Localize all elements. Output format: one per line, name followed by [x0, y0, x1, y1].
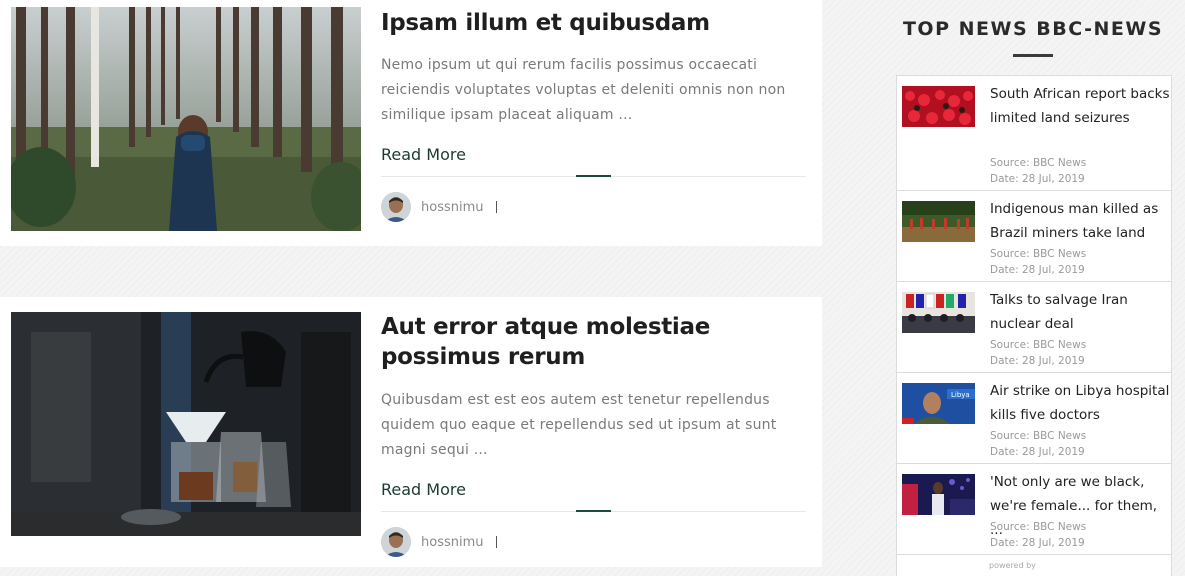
- sidebar-title: TOP NEWS BBC-NEWS: [902, 18, 1164, 40]
- news-thumbnail[interactable]: Libya: [902, 383, 975, 424]
- news-item[interactable]: Talks to salvage Iran nuclear deal Sourc…: [897, 282, 1171, 373]
- svg-text:Libya: Libya: [951, 391, 970, 399]
- news-headline[interactable]: Talks to salvage Iran nuclear deal: [990, 288, 1172, 336]
- author-avatar[interactable]: [381, 527, 411, 557]
- divider-accent: [576, 175, 611, 177]
- post-meta: hossnimu: [381, 192, 497, 222]
- meta-separator: [495, 201, 497, 213]
- post-meta: hossnimu: [381, 527, 497, 557]
- read-more-link[interactable]: Read More: [381, 145, 466, 164]
- news-thumbnail[interactable]: [902, 201, 975, 242]
- news-date: Date: 28 Jul, 2019: [990, 446, 1085, 458]
- powered-by-text: powered by: [989, 561, 1036, 570]
- news-source: Source: BBC News: [990, 339, 1087, 351]
- divider-accent: [576, 510, 611, 512]
- post-title[interactable]: Ipsam illum et quibusdam: [381, 8, 801, 38]
- news-thumbnail[interactable]: [902, 292, 975, 333]
- author-name[interactable]: hossnimu: [421, 200, 484, 215]
- news-headline[interactable]: Indigenous man killed as Brazil miners t…: [990, 197, 1172, 245]
- news-headline[interactable]: South African report backs limited land …: [990, 82, 1172, 130]
- news-item[interactable]: Libya Air strike on Libya hospital kills…: [897, 373, 1171, 464]
- blog-post-card: Ipsam illum et quibusdam Nemo ipsum ut q…: [0, 0, 822, 246]
- news-thumbnail[interactable]: [902, 86, 975, 127]
- news-item[interactable]: South African report backs limited land …: [897, 76, 1171, 191]
- news-thumbnail[interactable]: [902, 474, 975, 515]
- blog-post-card: Aut error atque molestiae possimus rerum…: [0, 297, 822, 567]
- post-excerpt: Nemo ipsum ut qui rerum facilis possimus…: [381, 57, 786, 123]
- post-title[interactable]: Aut error atque molestiae possimus rerum: [381, 312, 801, 372]
- sidebar-title-underline: [1013, 54, 1053, 57]
- news-date: Date: 28 Jul, 2019: [990, 264, 1085, 276]
- news-item[interactable]: 'Not only are we black, we're female... …: [897, 464, 1171, 555]
- read-more-link[interactable]: Read More: [381, 480, 466, 499]
- news-date: Date: 28 Jul, 2019: [990, 173, 1085, 185]
- news-item[interactable]: Indigenous man killed as Brazil miners t…: [897, 191, 1171, 282]
- post-divider: [381, 510, 806, 512]
- author-avatar[interactable]: [381, 192, 411, 222]
- news-date: Date: 28 Jul, 2019: [990, 537, 1085, 549]
- post-divider: [381, 175, 806, 177]
- news-headline[interactable]: Air strike on Libya hospital kills five …: [990, 379, 1172, 427]
- post-image-forest[interactable]: [11, 7, 361, 231]
- news-date: Date: 28 Jul, 2019: [990, 355, 1085, 367]
- author-name[interactable]: hossnimu: [421, 535, 484, 550]
- news-source: Source: BBC News: [990, 430, 1087, 442]
- news-source: Source: BBC News: [990, 157, 1087, 169]
- news-widget: South African report backs limited land …: [896, 75, 1172, 576]
- news-source: Source: BBC News: [990, 248, 1087, 260]
- post-excerpt: Quibusdam est est eos autem est tenetur …: [381, 392, 777, 458]
- meta-separator: [495, 536, 497, 548]
- news-source: Source: BBC News: [990, 521, 1087, 533]
- post-image-coffee[interactable]: [11, 312, 361, 536]
